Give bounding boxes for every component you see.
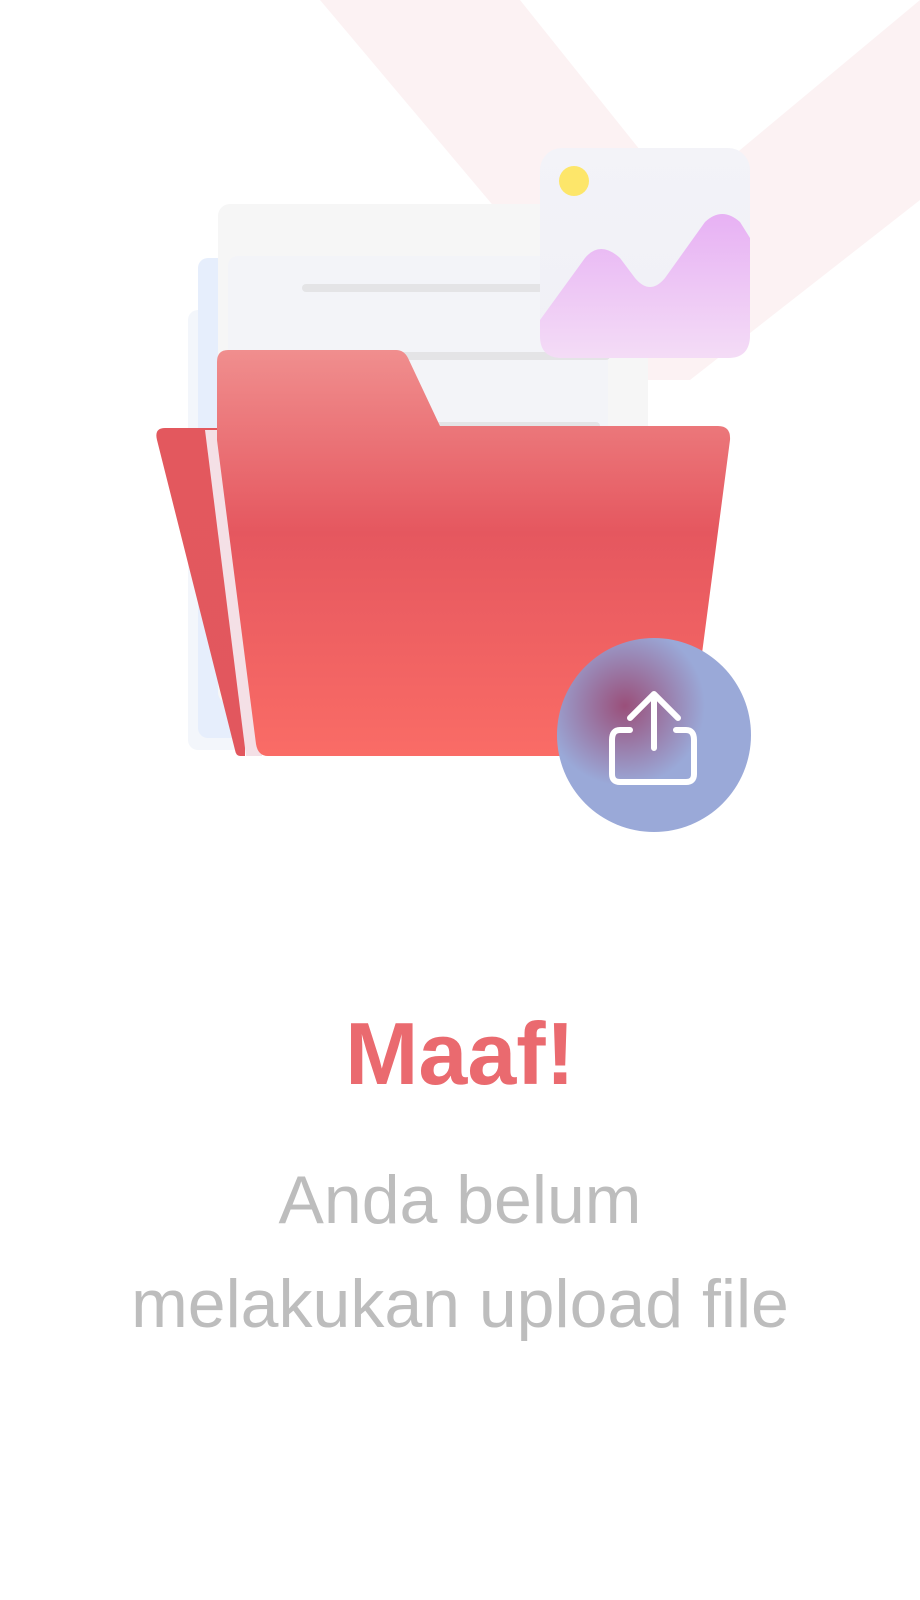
empty-state-title: Maaf!	[345, 1004, 575, 1103]
empty-state-description-line-1: Anda belum	[278, 1162, 642, 1238]
empty-state-description: Anda belum melakukan upload file	[0, 1148, 920, 1356]
empty-state-message: Maaf! Anda belum melakukan upload file	[0, 0, 920, 1600]
empty-state-description-line-2: melakukan upload file	[131, 1266, 789, 1342]
